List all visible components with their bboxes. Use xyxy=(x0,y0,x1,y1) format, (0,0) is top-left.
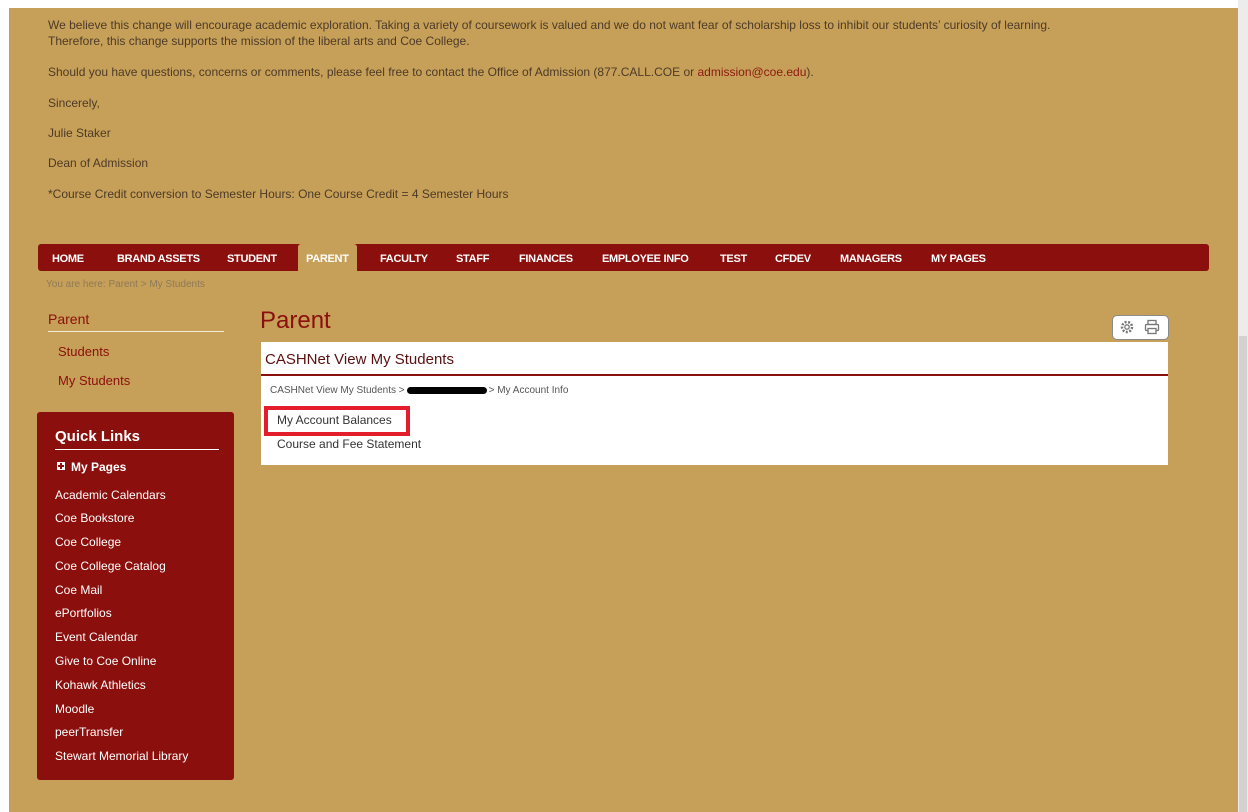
window-left-edge xyxy=(0,0,9,812)
admission-email-link[interactable]: admission@coe.edu xyxy=(697,65,806,79)
nav-brand-assets[interactable]: BRAND ASSETS xyxy=(117,244,200,271)
breadcrumb: You are here: Parent > My Students xyxy=(46,279,205,290)
highlight-box xyxy=(264,406,410,436)
quick-link-coe-bookstore[interactable]: Coe Bookstore xyxy=(55,511,134,525)
expand-plus-icon[interactable] xyxy=(57,462,65,470)
nav-finances[interactable]: FINANCES xyxy=(519,244,573,271)
notice-footnote: *Course Credit conversion to Semester Ho… xyxy=(48,187,509,201)
quick-links-title: Quick Links xyxy=(55,428,219,450)
nav-managers[interactable]: MANAGERS xyxy=(840,244,902,271)
notice-paragraph-1: We believe this change will encourage ac… xyxy=(48,18,1051,32)
notice-contact-text: Should you have questions, concerns or c… xyxy=(48,65,698,79)
window-top-edge xyxy=(0,0,1248,8)
notice-paragraph-2: Should you have questions, concerns or c… xyxy=(48,64,814,80)
panel-breadcrumb-end: > My Account Info xyxy=(488,385,569,396)
quick-link-give-to-coe[interactable]: Give to Coe Online xyxy=(55,654,156,668)
nav-student[interactable]: STUDENT xyxy=(227,244,277,271)
quick-link-kohawk-athletics[interactable]: Kohawk Athletics xyxy=(55,678,146,692)
notice-contact-end: ). xyxy=(806,65,814,79)
quick-link-moodle[interactable]: Moodle xyxy=(55,702,94,716)
quick-link-event-calendar[interactable]: Event Calendar xyxy=(55,630,138,644)
sidebar-title: Parent xyxy=(48,311,224,332)
sidebar-item-students[interactable]: Students xyxy=(58,344,109,359)
vertical-scrollbar[interactable] xyxy=(1238,0,1248,812)
scrollbar-thumb[interactable] xyxy=(1239,336,1247,812)
printer-icon[interactable] xyxy=(1144,319,1160,335)
sidebar-item-my-students[interactable]: My Students xyxy=(58,373,130,388)
quick-link-my-pages[interactable]: My Pages xyxy=(57,460,126,474)
nav-employee-info[interactable]: EMPLOYEE INFO xyxy=(602,244,689,271)
main-navigation: HOME BRAND ASSETS STUDENT PARENT FACULTY… xyxy=(38,244,1209,271)
notice-closing: Sincerely, xyxy=(48,96,100,110)
panel-breadcrumb-start[interactable]: CASHNet View My Students > xyxy=(270,385,405,396)
quick-link-my-pages-label: My Pages xyxy=(71,460,127,474)
nav-cfdev[interactable]: CFDEV xyxy=(775,244,811,271)
gear-icon[interactable] xyxy=(1119,319,1135,335)
notice-paragraph-1-cont: Therefore, this change supports the miss… xyxy=(48,34,470,48)
quick-link-coe-mail[interactable]: Coe Mail xyxy=(55,583,102,597)
panel-divider xyxy=(261,374,1168,376)
quick-link-academic-calendars[interactable]: Academic Calendars xyxy=(55,488,166,502)
nav-staff[interactable]: STAFF xyxy=(456,244,489,271)
nav-faculty[interactable]: FACULTY xyxy=(380,244,428,271)
quick-link-peertransfer[interactable]: peerTransfer xyxy=(55,725,123,739)
quick-link-stewart-library[interactable]: Stewart Memorial Library xyxy=(55,749,188,763)
quick-link-eportfolios[interactable]: ePortfolios xyxy=(55,606,112,620)
nav-parent[interactable]: PARENT xyxy=(298,244,357,271)
panel-breadcrumb: CASHNet View My Students > > My Account I… xyxy=(270,385,568,396)
nav-home[interactable]: HOME xyxy=(52,244,84,271)
panel-title: CASHNet View My Students xyxy=(265,351,454,368)
page-tools xyxy=(1112,315,1169,340)
quick-link-coe-college-catalog[interactable]: Coe College Catalog xyxy=(55,559,166,573)
cashnet-panel: CASHNet View My Students CASHNet View My… xyxy=(261,342,1168,465)
quick-link-coe-college[interactable]: Coe College xyxy=(55,535,121,549)
notice-signer: Julie Staker xyxy=(48,126,111,140)
quick-links-panel: Quick Links My Pages Academic Calendars … xyxy=(37,412,234,780)
course-fee-statement-link[interactable]: Course and Fee Statement xyxy=(277,437,421,451)
nav-my-pages[interactable]: MY PAGES xyxy=(931,244,986,271)
page-title: Parent xyxy=(260,307,331,334)
nav-test[interactable]: TEST xyxy=(720,244,747,271)
redaction-bar xyxy=(406,386,487,394)
notice-signer-title: Dean of Admission xyxy=(48,156,149,170)
